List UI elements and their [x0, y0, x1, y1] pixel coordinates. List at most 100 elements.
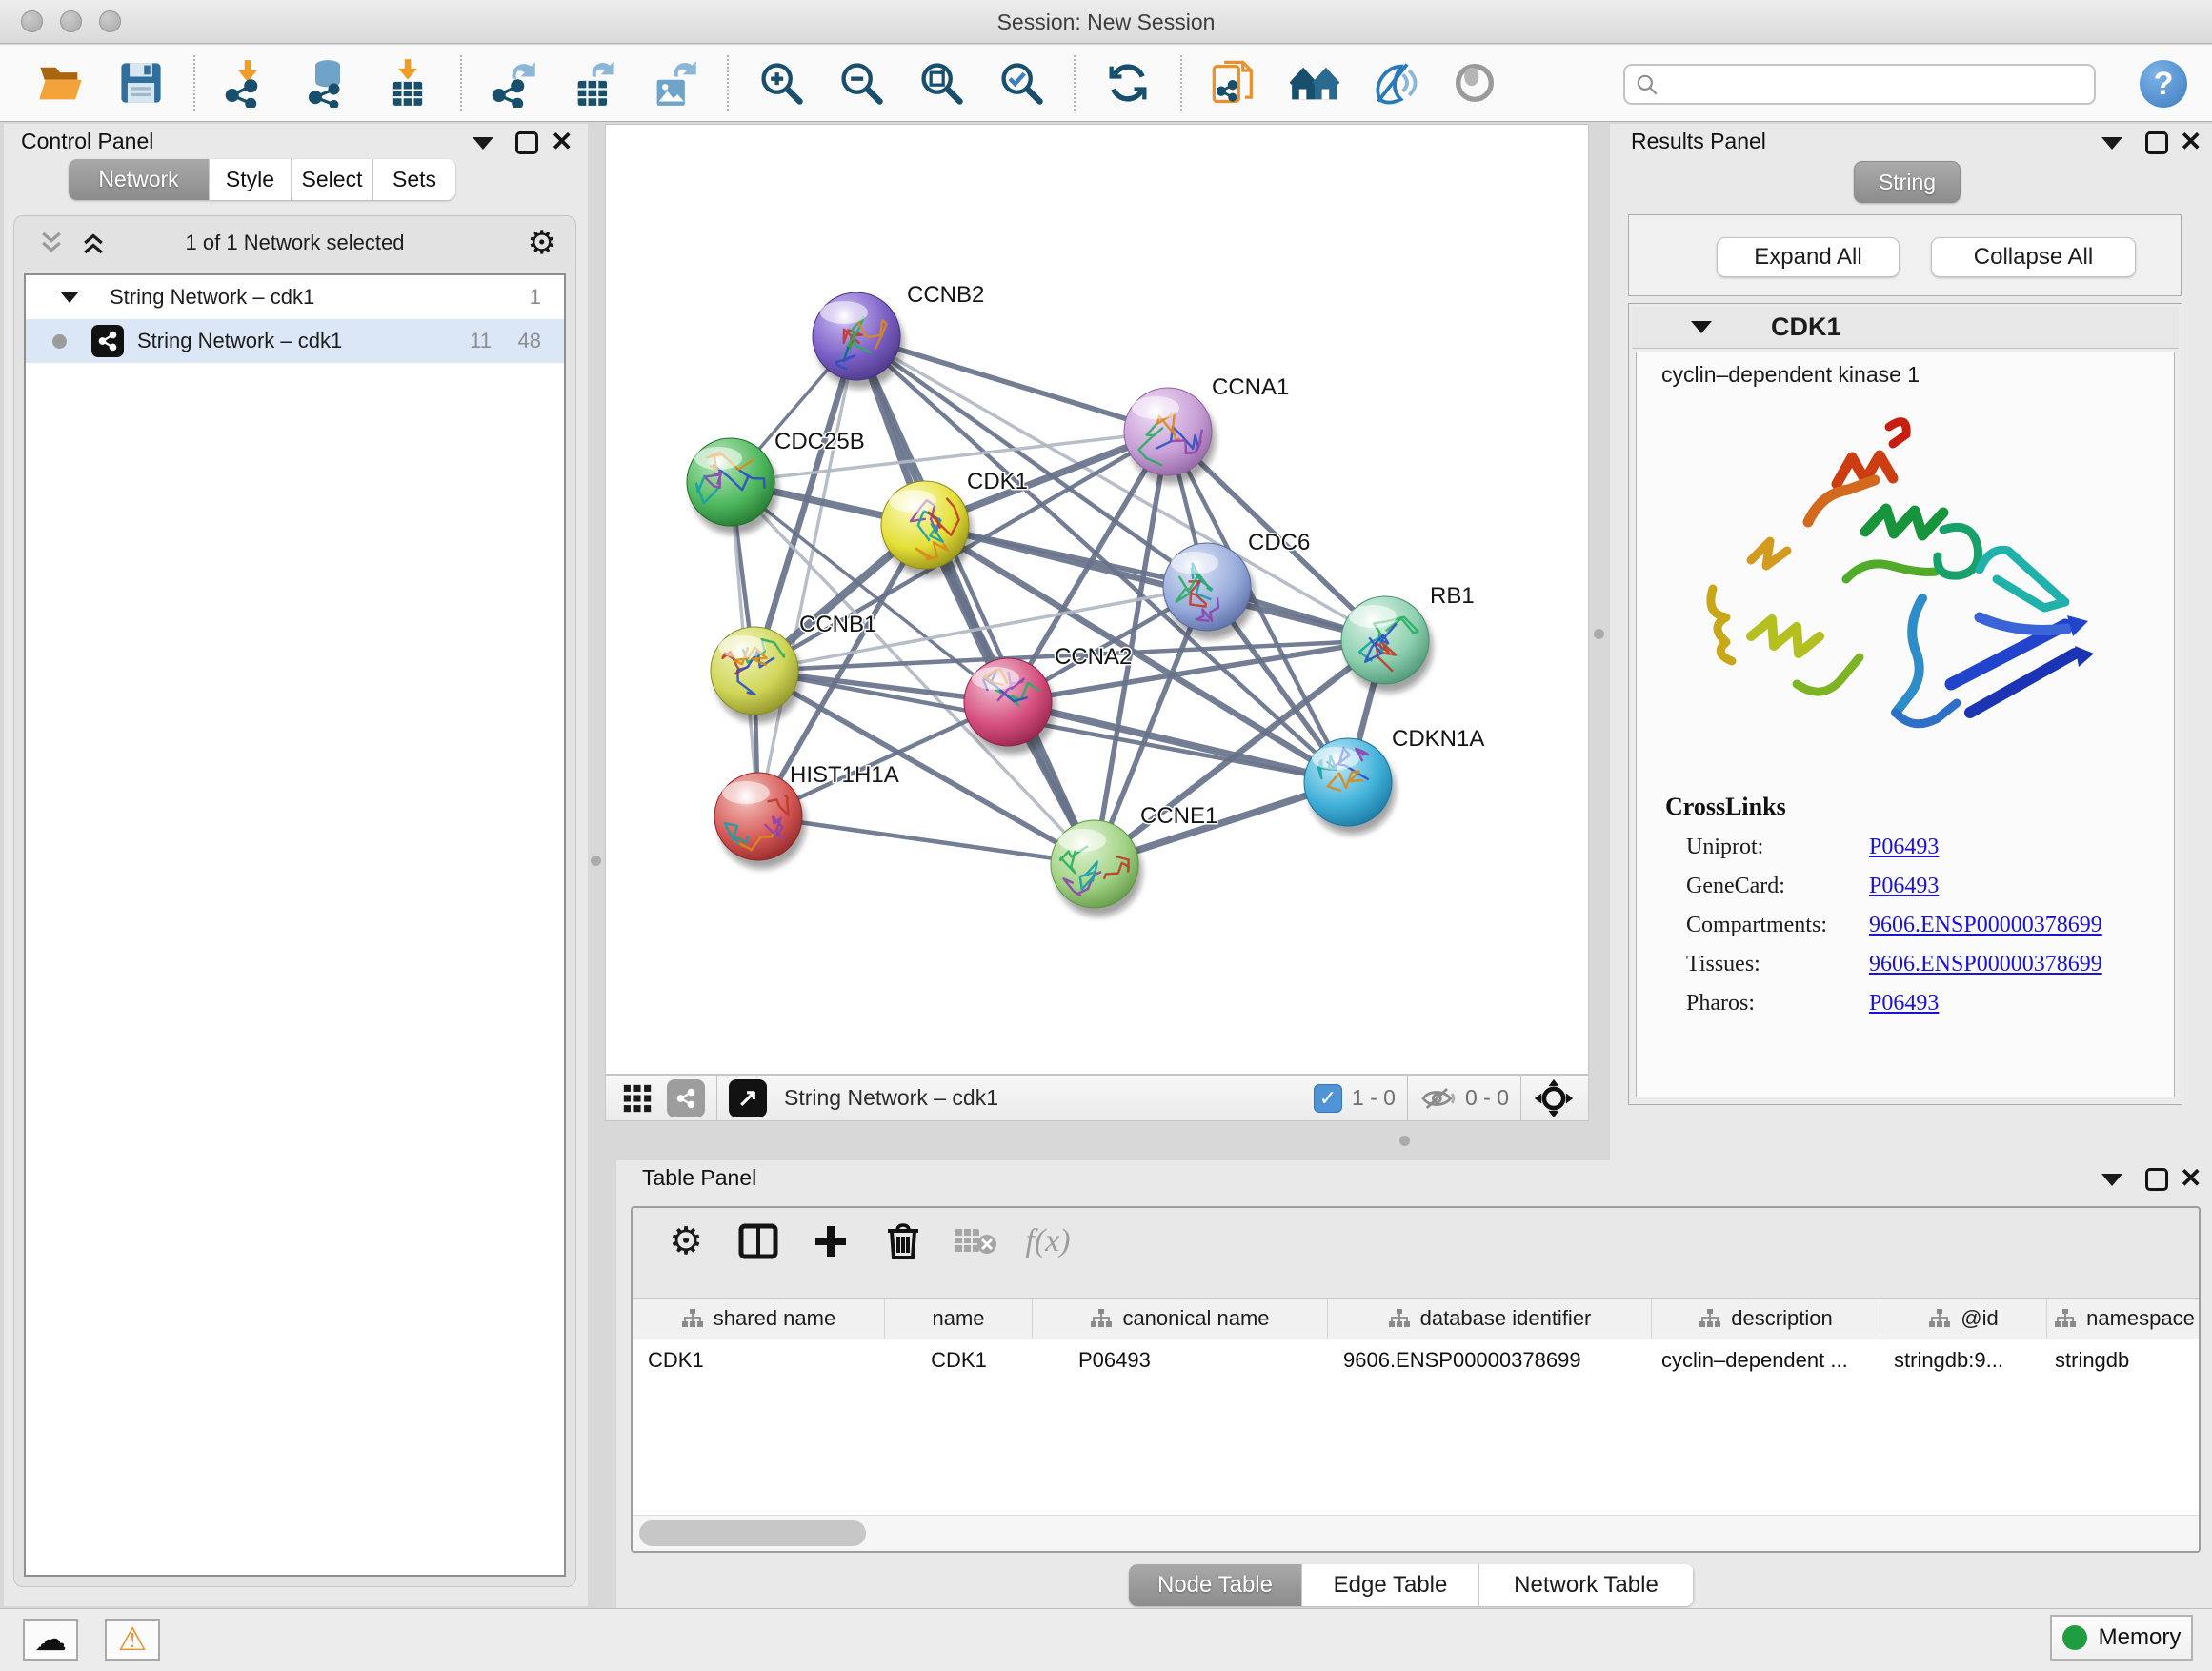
tab-edge-table[interactable]: Edge Table	[1302, 1564, 1479, 1606]
network-panel-body: 1 of 1 Network selected ⚙ String Network…	[13, 215, 576, 1587]
node-label-CCNE1: CCNE1	[1140, 803, 1217, 829]
column-header-canonical-name[interactable]: canonical name	[1033, 1299, 1328, 1339]
column-header-id[interactable]: @id	[1880, 1299, 2047, 1339]
expand-all-button[interactable]: Expand All	[1717, 237, 1900, 277]
column-header-database-identifier[interactable]: database identifier	[1328, 1299, 1652, 1339]
delete-column-trash-icon[interactable]	[876, 1218, 930, 1265]
shared-column-icon	[1699, 1308, 1721, 1329]
scrollbar-thumb[interactable]	[639, 1520, 866, 1546]
toolbar-separator	[460, 55, 462, 111]
crosslink-row: Pharos: P06493	[1665, 991, 2102, 1017]
network-options-gear-icon[interactable]: ⚙	[528, 224, 556, 262]
float-panel-icon[interactable]	[2145, 1168, 2168, 1191]
float-panel-icon[interactable]	[515, 131, 538, 154]
column-header-shared-name[interactable]: shared name	[633, 1299, 885, 1339]
tab-node-table[interactable]: Node Table	[1129, 1564, 1302, 1606]
cloud-status-button[interactable]: ☁	[23, 1619, 78, 1661]
network-node-RB1[interactable]: RB1	[1341, 583, 1475, 693]
crosslink-tissues-link[interactable]: 9606.ENSP00000378699	[1869, 952, 2102, 977]
crosslink-genecard-link[interactable]: P06493	[1869, 874, 1939, 899]
fit-selected-crosshair-icon[interactable]	[1533, 1077, 1575, 1119]
right-splitter-handle[interactable]	[1594, 629, 1604, 639]
save-session-icon[interactable]	[115, 57, 167, 109]
import-table-file-icon[interactable]	[382, 57, 433, 109]
show-columns-icon[interactable]	[732, 1218, 785, 1265]
table-panel-title: Table Panel	[642, 1165, 756, 1191]
panel-menu-icon[interactable]	[2101, 137, 2122, 150]
tab-sets[interactable]: Sets	[373, 159, 455, 200]
table-options-gear-icon[interactable]: ⚙	[659, 1218, 713, 1265]
crosslink-uniprot-link[interactable]: P06493	[1869, 835, 1939, 860]
zoom-selected-icon[interactable]	[995, 57, 1047, 109]
memory-button[interactable]: Memory	[2050, 1615, 2193, 1661]
selected-elements-checkbox[interactable]: ✓	[1314, 1084, 1342, 1113]
control-panel-title: Control Panel	[21, 129, 153, 154]
left-splitter-handle[interactable]	[591, 856, 601, 866]
network-tree-collection-row[interactable]: String Network – cdk1 1	[26, 275, 564, 319]
create-column-icon[interactable]	[804, 1218, 857, 1265]
import-network-database-icon[interactable]	[302, 57, 353, 109]
zoom-out-icon[interactable]	[835, 57, 887, 109]
zoom-in-icon[interactable]	[755, 57, 807, 109]
export-image-icon[interactable]	[649, 57, 700, 109]
network-node-CDKN1A[interactable]: CDKN1A	[1304, 726, 1484, 835]
results-actions-box: Expand All Collapse All	[1628, 214, 2182, 296]
panel-menu-icon[interactable]	[473, 137, 493, 150]
hidden-node-edge-counts: 0 - 0	[1465, 1085, 1509, 1111]
network-node-HIST1H1A[interactable]: HIST1H1A	[714, 762, 899, 869]
tab-style[interactable]: Style	[210, 159, 292, 200]
node-table: shared name name canonical name database…	[633, 1298, 2201, 1551]
collapse-all-button[interactable]: Collapse All	[1931, 237, 2136, 277]
grid-view-icon[interactable]	[621, 1082, 654, 1115]
cell-id: stringdb:9...	[1880, 1339, 2047, 1381]
network-canvas[interactable]: CCNB2CCNA1CDC25BCDK1CDC6RB1CCNB1CCNA2CDK…	[605, 124, 1589, 1075]
home-icon[interactable]	[1289, 57, 1340, 109]
search-field[interactable]	[1623, 64, 2096, 105]
tab-select[interactable]: Select	[292, 159, 373, 200]
crosslink-pharos-link[interactable]: P06493	[1869, 991, 1939, 1017]
table-row[interactable]: CDK1 CDK1 P06493 9606.ENSP00000378699 cy…	[633, 1339, 2201, 1381]
cell-canonical-name: P06493	[1033, 1339, 1328, 1381]
network-edge-CCNB2-HIST1H1A[interactable]	[758, 336, 856, 816]
zoom-fit-icon[interactable]	[915, 57, 967, 109]
tab-string[interactable]: String	[1854, 161, 1961, 203]
import-network-file-icon[interactable]	[222, 57, 273, 109]
table-horizontal-scrollbar[interactable]	[633, 1515, 2201, 1551]
tab-network[interactable]: Network	[69, 159, 210, 200]
collection-count: 1	[530, 285, 541, 310]
detach-view-icon[interactable]: ↗	[729, 1079, 767, 1117]
refresh-icon[interactable]	[1102, 57, 1154, 109]
network-edge-HIST1H1A-CCNE1[interactable]	[758, 816, 1095, 864]
string-query-icon[interactable]	[1209, 57, 1260, 109]
column-header-name[interactable]: name	[885, 1299, 1033, 1339]
close-panel-icon[interactable]: ✕	[2180, 1162, 2202, 1194]
warnings-button[interactable]: ⚠	[105, 1619, 160, 1661]
column-header-description[interactable]: description	[1652, 1299, 1880, 1339]
search-input[interactable]	[1659, 72, 2060, 97]
tree-expand-caret-icon[interactable]	[60, 292, 79, 303]
birds-eye-view-icon[interactable]	[1449, 57, 1500, 109]
gene-entry-header[interactable]: CDK1	[1632, 307, 2179, 349]
collapse-entry-caret-icon[interactable]	[1691, 321, 1712, 333]
bottom-splitter-handle[interactable]	[1399, 1136, 1410, 1146]
help-icon[interactable]: ?	[2140, 60, 2187, 108]
network-overview-icon[interactable]	[667, 1079, 705, 1117]
float-panel-icon[interactable]	[2145, 131, 2168, 154]
network-tree-network-row[interactable]: String Network – cdk1 11 48	[26, 319, 564, 363]
open-session-icon[interactable]	[35, 57, 87, 109]
crosslink-label: Uniprot:	[1686, 835, 1869, 860]
tab-network-table[interactable]: Network Table	[1479, 1564, 1694, 1606]
column-header-namespace[interactable]: namespace	[2047, 1299, 2201, 1339]
hidden-elements-eye-icon[interactable]	[1419, 1084, 1456, 1113]
show-graphics-details-icon[interactable]	[1369, 57, 1420, 109]
export-network-icon[interactable]	[489, 57, 540, 109]
close-panel-icon[interactable]: ✕	[2180, 126, 2202, 157]
gene-description: cyclin–dependent kinase 1	[1661, 362, 1920, 388]
crosslink-compartments-link[interactable]: 9606.ENSP00000378699	[1869, 913, 2102, 938]
panel-menu-icon[interactable]	[2101, 1174, 2122, 1186]
string-results-content: CDK1 cyclin–dependent kinase 1	[1628, 303, 2182, 1105]
network-edge-CDK1-RB1[interactable]	[925, 525, 1385, 640]
close-panel-icon[interactable]: ✕	[551, 126, 573, 157]
node-label-HIST1H1A: HIST1H1A	[790, 762, 899, 788]
export-table-icon[interactable]	[569, 57, 620, 109]
